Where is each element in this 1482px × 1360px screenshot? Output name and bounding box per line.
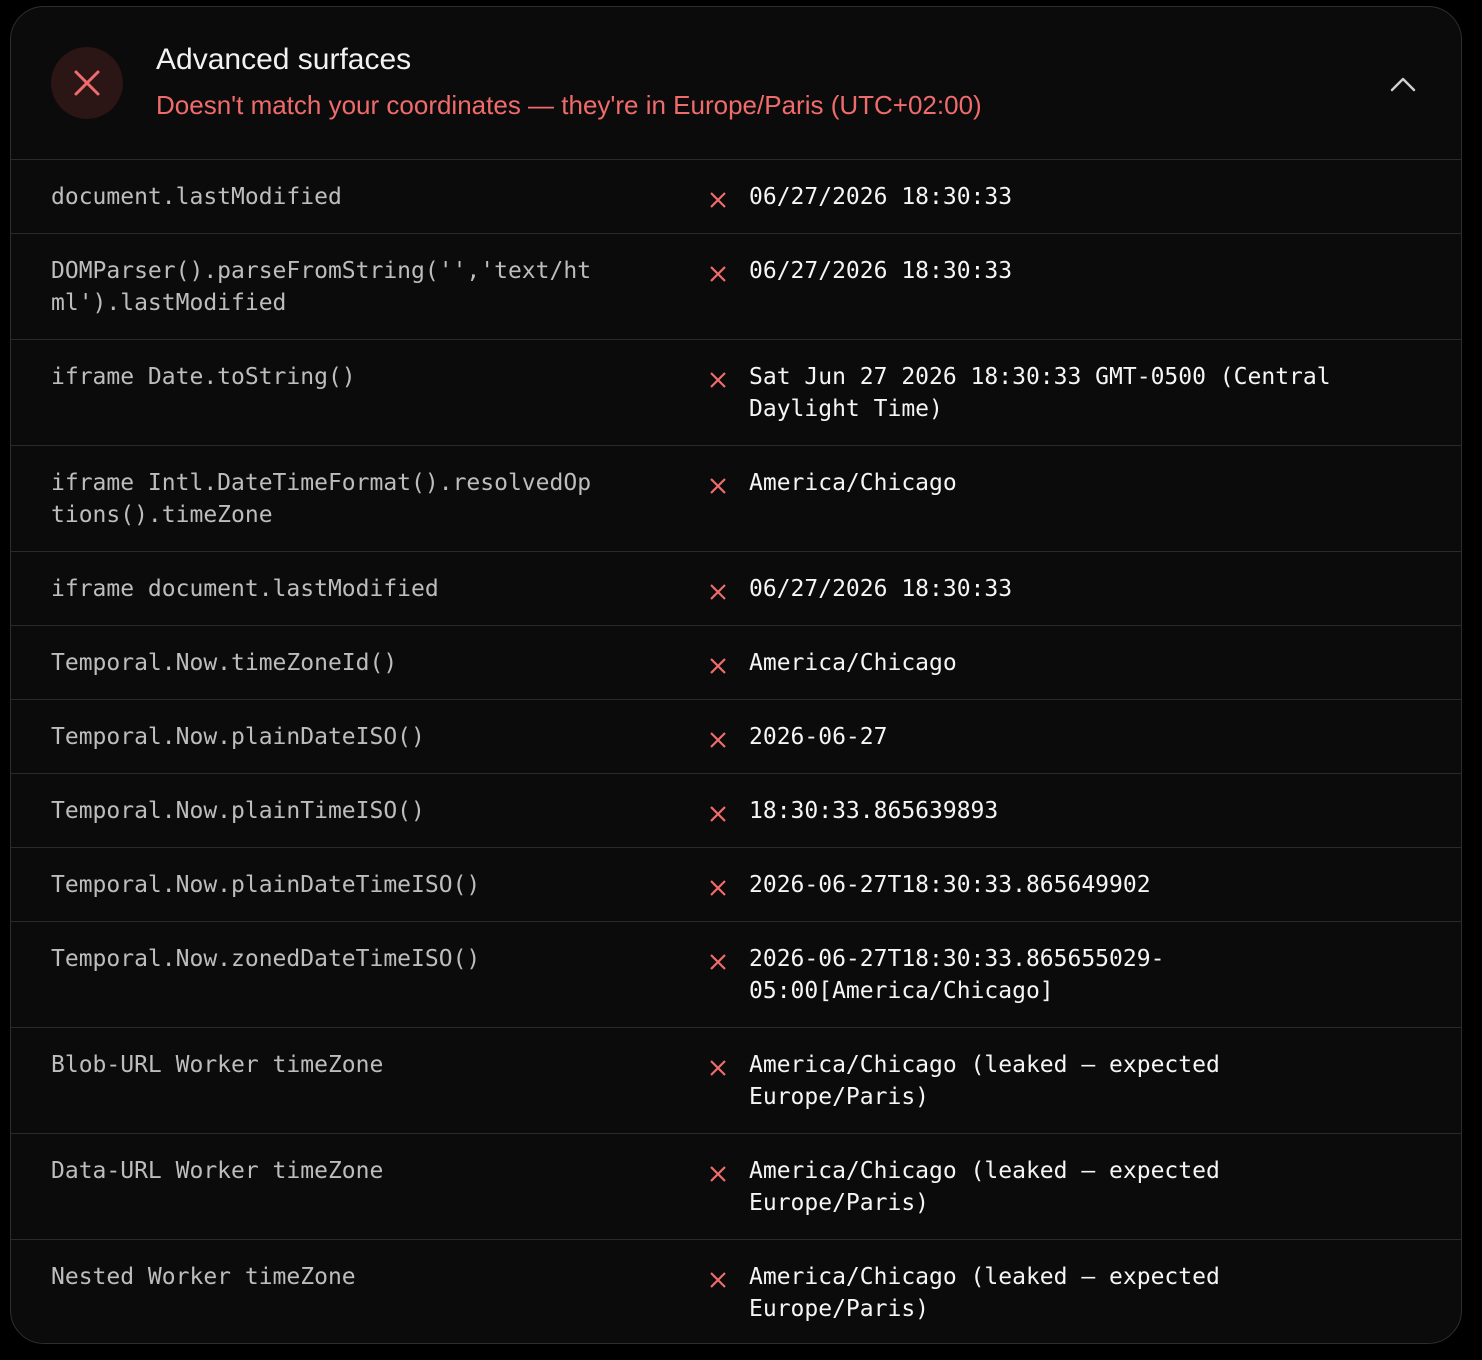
row-label: document.lastModified [51,184,342,210]
row-value: America/Chicago (leaked — expected Europ… [749,1264,1220,1322]
list-item: Temporal.Now.plainTimeISO() 18:30:33.865… [11,774,1461,848]
close-icon [710,1272,726,1288]
row-value: Sat Jun 27 2026 18:30:33 GMT-0500 (Centr… [749,364,1331,422]
list-item: Temporal.Now.plainDateTimeISO() 2026-06-… [11,848,1461,922]
chevron-up-icon [1390,77,1416,92]
advanced-surfaces-panel: Advanced surfaces Doesn't match your coo… [10,6,1462,1344]
row-value: America/Chicago [749,650,957,676]
list-item: iframe Date.toString() Sat Jun 27 2026 1… [11,340,1461,446]
row-value: America/Chicago (leaked — expected Europ… [749,1052,1220,1110]
list-item: iframe document.lastModified 06/27/2026 … [11,552,1461,626]
close-icon [710,478,726,494]
row-label: Blob-URL Worker timeZone [51,1052,384,1078]
close-icon [710,880,726,896]
row-label: Temporal.Now.plainDateTimeISO() [51,872,481,898]
row-value: America/Chicago (leaked — expected Europ… [749,1158,1220,1216]
close-icon [710,192,726,208]
row-value: 06/27/2026 18:30:33 [749,184,1013,210]
close-icon [710,732,726,748]
row-value: America/Chicago [749,470,957,496]
panel-title: Advanced surfaces [156,43,412,76]
close-icon [710,806,726,822]
list-item: Temporal.Now.plainDateISO() 2026-06-27 [11,700,1461,774]
row-value: 06/27/2026 18:30:33 [749,258,1013,284]
row-value: 2026-06-27 [749,724,888,750]
close-icon [51,47,123,119]
list-item: Nested Worker timeZone America/Chicago (… [11,1240,1461,1343]
close-icon [710,1166,726,1182]
close-icon [710,1060,726,1076]
list-item: iframe Intl.DateTimeFormat().resolvedOp … [11,446,1461,552]
row-label: iframe Intl.DateTimeFormat().resolvedOp … [51,470,592,528]
list-item: Temporal.Now.timeZoneId() America/Chicag… [11,626,1461,700]
row-label: iframe Date.toString() [51,364,356,390]
row-label: Temporal.Now.zonedDateTimeISO() [51,946,481,972]
close-icon [710,372,726,388]
list-item: Data-URL Worker timeZone America/Chicago… [11,1134,1461,1240]
row-value: 18:30:33.865639893 [749,798,999,824]
panel-header[interactable]: Advanced surfaces Doesn't match your coo… [11,7,1461,160]
row-value: 2026-06-27T18:30:33.865655029- 05:00[Ame… [749,946,1165,1004]
close-icon [710,266,726,282]
row-label: DOMParser().parseFromString('','text/ht … [51,258,592,316]
row-label: Nested Worker timeZone [51,1264,356,1290]
close-icon [710,658,726,674]
panel-subtitle: Doesn't match your coordinates — they're… [156,90,982,120]
close-icon [710,954,726,970]
collapse-button[interactable] [1385,69,1421,99]
row-label: Data-URL Worker timeZone [51,1158,384,1184]
row-value: 06/27/2026 18:30:33 [749,576,1013,602]
results-list: document.lastModified 06/27/2026 18:30:3… [11,160,1461,1343]
row-value: 2026-06-27T18:30:33.865649902 [749,872,1151,898]
row-label: Temporal.Now.plainTimeISO() [51,798,425,824]
list-item: Temporal.Now.zonedDateTimeISO() 2026-06-… [11,922,1461,1028]
close-icon [710,584,726,600]
row-label: Temporal.Now.timeZoneId() [51,650,398,676]
row-label: iframe document.lastModified [51,576,439,602]
list-item: Blob-URL Worker timeZone America/Chicago… [11,1028,1461,1134]
list-item: document.lastModified 06/27/2026 18:30:3… [11,160,1461,234]
row-label: Temporal.Now.plainDateISO() [51,724,425,750]
list-item: DOMParser().parseFromString('','text/ht … [11,234,1461,340]
